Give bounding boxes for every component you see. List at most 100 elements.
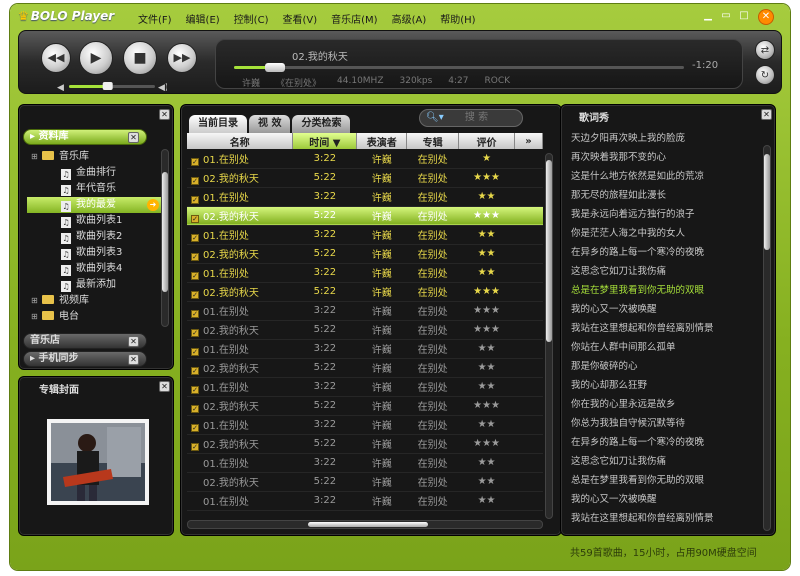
table-row[interactable]: 02.我的秋天 5:22 许巍 在别处 ★★ <box>187 472 543 492</box>
col-time[interactable]: 时间 ▼ <box>292 133 358 149</box>
menu-advanced[interactable]: 高级(A) <box>392 11 427 26</box>
col-rating[interactable]: 评价 <box>458 133 516 149</box>
row-checkbox[interactable]: ✓ <box>191 253 199 261</box>
table-row[interactable]: ✓ 01.在别处 3:22 许巍 在别处 ★★★ <box>187 301 543 321</box>
menu-edit[interactable]: 编辑(E) <box>186 11 220 26</box>
play-icon[interactable]: ▶ <box>79 41 113 75</box>
row-checkbox[interactable]: ✓ <box>191 386 199 394</box>
library-scroll-thumb[interactable] <box>162 172 168 292</box>
table-row[interactable]: ✓ 02.我的秋天 5:22 许巍 在别处 ★★★ <box>187 282 543 302</box>
table-row[interactable]: ✓ 01.在别处 3:22 许巍 在别处 ★ <box>187 149 543 169</box>
music-store-header[interactable]: 音乐店 ✕ <box>23 333 147 349</box>
minimize-icon[interactable]: ▁ <box>702 10 714 22</box>
menu-music-store[interactable]: 音乐店(M) <box>331 11 377 26</box>
library-item[interactable]: ♫ 年代音乐 <box>27 181 163 197</box>
col-artist[interactable]: 表演者 <box>356 133 408 149</box>
row-checkbox[interactable]: ✓ <box>191 157 199 166</box>
volume-slider[interactable]: ◀ ◀) <box>57 81 167 91</box>
library-item[interactable]: ♫ 歌曲列表1 <box>27 213 163 229</box>
table-row[interactable]: ✓ 02.我的秋天 5:22 许巍 在别处 ★★★ <box>187 206 543 226</box>
menu-view[interactable]: 查看(V) <box>282 11 317 26</box>
phone-sync-close-icon[interactable]: ✕ <box>128 354 139 365</box>
row-checkbox[interactable]: ✓ <box>191 215 199 223</box>
playlist-scrollbar[interactable] <box>545 153 553 519</box>
tab-current-directory[interactable]: 当前目录 <box>189 115 247 133</box>
expand-icon[interactable]: ⊞ <box>31 293 39 309</box>
close-album-icon[interactable]: ✕ <box>159 381 170 392</box>
table-row[interactable]: ✓ 02.我的秋天 5:22 许巍 在别处 ★★ <box>187 244 543 264</box>
row-checkbox[interactable]: ✓ <box>191 291 199 299</box>
table-row[interactable]: ✓ 02.我的秋天 5:22 许巍 在别处 ★★★ <box>187 434 543 454</box>
table-row[interactable]: ✓ 02.我的秋天 5:22 许巍 在别处 ★★★ <box>187 168 543 188</box>
library-item[interactable]: ♫ 歌曲列表4 <box>27 261 163 277</box>
tab-category-search[interactable]: 分类检索 <box>292 115 351 133</box>
library-item[interactable]: ⊞ 电台 <box>27 309 163 325</box>
music-store-close-icon[interactable]: ✕ <box>128 336 139 347</box>
more-columns-icon[interactable]: » <box>514 133 543 149</box>
row-checkbox[interactable]: ✓ <box>191 196 199 204</box>
row-checkbox[interactable]: ✓ <box>191 234 199 242</box>
row-checkbox[interactable] <box>191 498 199 506</box>
lyrics-scroll-thumb[interactable] <box>764 154 770 250</box>
table-row[interactable]: ✓ 02.我的秋天 5:22 许巍 在别处 ★★★ <box>187 396 543 416</box>
library-item[interactable]: ♫ 歌曲列表2 <box>27 229 163 245</box>
expand-icon[interactable]: ⊞ <box>31 309 39 325</box>
row-checkbox[interactable] <box>191 460 199 468</box>
table-row[interactable]: ✓ 02.我的秋天 5:22 许巍 在别处 ★★ <box>187 358 543 378</box>
library-scrollbar[interactable] <box>161 149 169 327</box>
table-row[interactable]: ✓ 01.在别处 3:22 许巍 在别处 ★★ <box>187 377 543 397</box>
close-window-button[interactable]: ✕ <box>758 9 774 25</box>
row-checkbox[interactable] <box>191 479 199 487</box>
search-box[interactable]: 🔍︎▾ 搜 索 <box>419 109 523 127</box>
menu-help[interactable]: 帮助(H) <box>440 11 475 26</box>
row-checkbox[interactable]: ✓ <box>191 329 199 337</box>
row-checkbox[interactable]: ✓ <box>191 443 199 451</box>
row-checkbox[interactable]: ✓ <box>191 424 199 432</box>
library-item[interactable]: ⊞ 视频库 <box>27 293 163 309</box>
playlist-hscrollbar[interactable] <box>187 520 543 529</box>
col-album[interactable]: 专辑 <box>406 133 460 149</box>
close-lyrics-icon[interactable]: ✕ <box>761 109 772 120</box>
next-icon[interactable]: ▶▶ <box>167 43 197 73</box>
menu-control[interactable]: 控制(C) <box>234 11 269 26</box>
row-checkbox[interactable]: ✓ <box>191 405 199 413</box>
phone-sync-header[interactable]: ▸ 手机同步 ✕ <box>23 351 147 367</box>
expand-icon[interactable]: ⊞ <box>31 149 39 165</box>
playlist-scroll-thumb[interactable] <box>546 160 552 342</box>
close-library-icon[interactable]: ✕ <box>159 109 170 120</box>
collapse-library-icon[interactable]: ✕ <box>128 132 139 143</box>
lyrics-scrollbar[interactable] <box>763 145 771 531</box>
library-item[interactable]: ♫ 我的最爱 ➜ <box>27 197 163 213</box>
table-row[interactable]: ✓ 01.在别处 3:22 许巍 在别处 ★★ <box>187 415 543 435</box>
shuffle-icon[interactable]: ⇄ <box>755 40 775 60</box>
row-checkbox[interactable]: ✓ <box>191 272 199 280</box>
library-item[interactable]: ♫ 最新添加 <box>27 277 163 293</box>
row-checkbox[interactable]: ✓ <box>191 177 199 185</box>
volume-knob[interactable] <box>102 82 113 90</box>
library-header[interactable]: ▸ 资料库 ✕ <box>23 129 147 145</box>
previous-icon[interactable]: ◀◀ <box>41 43 71 73</box>
row-checkbox[interactable]: ✓ <box>191 310 199 318</box>
seek-track[interactable] <box>234 66 684 69</box>
library-item[interactable]: ♫ 金曲排行 <box>27 165 163 181</box>
table-row[interactable]: ✓ 02.我的秋天 5:22 许巍 在别处 ★★★ <box>187 320 543 340</box>
item-arrow-icon[interactable]: ➜ <box>147 199 159 211</box>
row-checkbox[interactable]: ✓ <box>191 367 199 375</box>
menu-file[interactable]: 文件(F) <box>138 11 172 26</box>
col-name[interactable]: 名称 <box>187 133 294 149</box>
table-row[interactable]: ✓ 01.在别处 3:22 许巍 在别处 ★★ <box>187 263 543 283</box>
table-row[interactable]: ✓ 01.在别处 3:22 许巍 在别处 ★★ <box>187 187 543 207</box>
table-row[interactable]: 01.在别处 3:22 许巍 在别处 ★★ <box>187 491 543 511</box>
maximize-icon[interactable]: □ <box>738 10 750 22</box>
table-row[interactable]: 01.在别处 3:22 许巍 在别处 ★★ <box>187 453 543 473</box>
playlist-hscroll-thumb[interactable] <box>308 522 428 527</box>
table-row[interactable]: ✓ 01.在别处 3:22 许巍 在别处 ★★ <box>187 339 543 359</box>
row-checkbox[interactable]: ✓ <box>191 348 199 356</box>
repeat-icon[interactable]: ↻ <box>755 65 775 85</box>
library-item[interactable]: ⊞ 音乐库 <box>27 149 163 165</box>
tab-visual-effects[interactable]: 视 效 <box>249 115 291 133</box>
table-row[interactable]: ✓ 01.在别处 3:22 许巍 在别处 ★★ <box>187 225 543 245</box>
mini-mode-icon[interactable]: ▭ <box>720 10 732 22</box>
library-item[interactable]: ♫ 歌曲列表3 <box>27 245 163 261</box>
stop-icon[interactable]: ■ <box>123 41 157 75</box>
